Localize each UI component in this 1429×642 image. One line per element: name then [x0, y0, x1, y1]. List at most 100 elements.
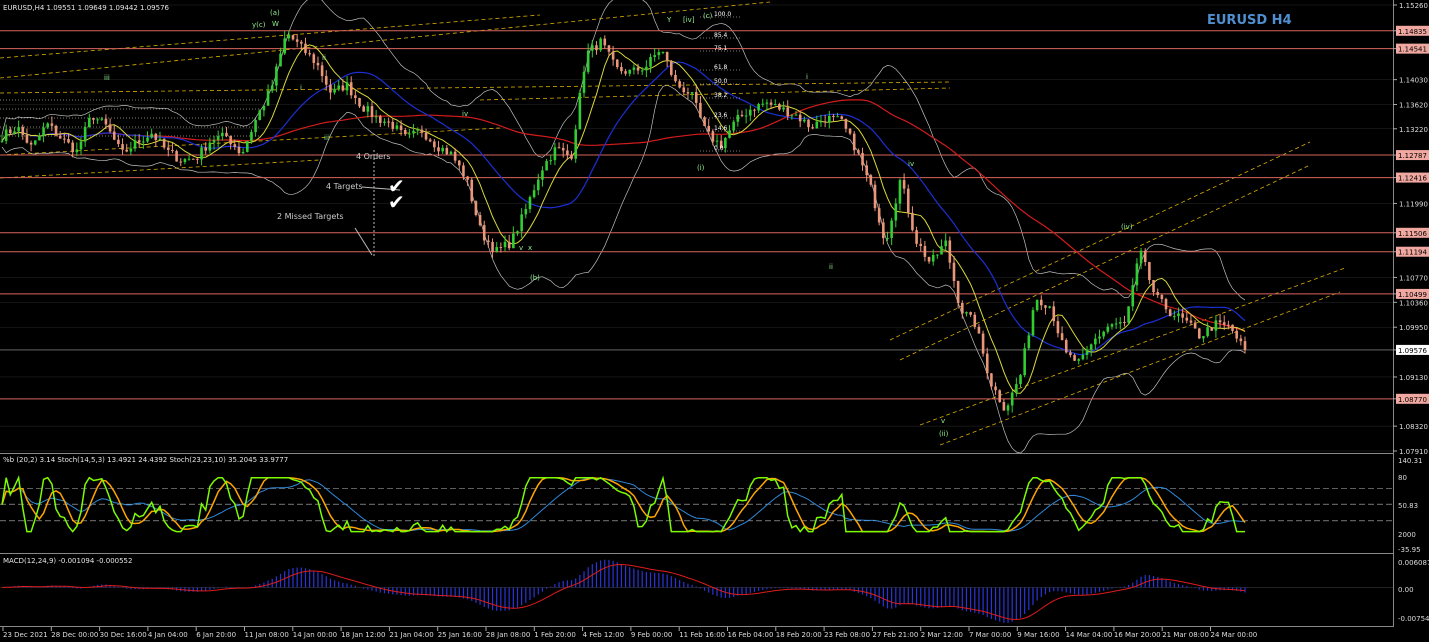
candle-body — [861, 152, 864, 166]
candle-body — [291, 35, 295, 40]
candle-body — [753, 109, 756, 111]
candle-body — [499, 247, 503, 249]
candle-body — [636, 67, 640, 71]
candle-body — [142, 141, 145, 143]
stoch-tick-label: 140.31 — [1398, 457, 1423, 465]
candle-body — [1156, 292, 1159, 296]
candle-body — [420, 129, 424, 133]
wave-label: Y — [666, 16, 672, 24]
time-tick-label: 7 Mar 00:00 — [969, 631, 1011, 639]
candle-body — [869, 175, 873, 185]
candle-body — [146, 137, 149, 142]
wave-label: (a) — [270, 9, 280, 17]
candle-body — [254, 119, 257, 133]
checkmark-icon: ✔ — [388, 190, 405, 214]
candle-body — [699, 102, 702, 118]
candle-body — [1168, 309, 1172, 317]
candle-body — [782, 107, 785, 110]
candle-body — [857, 150, 860, 153]
candle-body — [329, 84, 332, 93]
wave-label: (iv) — [1121, 223, 1133, 231]
candle-body — [1023, 348, 1026, 376]
candle-body — [1044, 305, 1047, 308]
candle-body — [1031, 310, 1035, 336]
candle-body — [715, 140, 719, 142]
wave-label: (i) — [697, 164, 705, 172]
candle-body — [241, 151, 245, 154]
candle-body — [852, 133, 856, 151]
candle-body — [383, 121, 386, 123]
candle-body — [803, 119, 806, 122]
candle-body — [38, 135, 41, 141]
candle-body — [1131, 285, 1135, 307]
candle-body — [1073, 355, 1076, 361]
wave-label: iii — [104, 74, 110, 82]
candle-body — [936, 254, 939, 256]
candle-body — [129, 148, 133, 152]
candle-body — [187, 158, 191, 160]
candle-body — [63, 138, 66, 140]
price-level-label: 1.12787 — [1398, 152, 1427, 160]
candle-body — [266, 90, 270, 106]
candle-body — [412, 130, 415, 134]
candle-body — [4, 129, 8, 141]
candle-body — [1173, 316, 1176, 318]
price-tick-label: 1.08320 — [1399, 423, 1428, 431]
candle-body — [324, 76, 328, 85]
candle-body — [603, 38, 607, 46]
candle-body — [46, 123, 50, 128]
wave-label: ii — [322, 54, 326, 62]
candle-body — [931, 254, 935, 262]
candle-body — [844, 118, 848, 129]
time-tick-label: 27 Feb 21:00 — [872, 631, 918, 639]
time-tick-label: 6 Jan 20:00 — [196, 631, 236, 639]
candle-body — [275, 66, 278, 86]
fib-level-label: 61.8 — [714, 64, 728, 71]
candle-body — [42, 127, 45, 136]
candle-body — [17, 127, 20, 132]
fib-level-label: 50.0 — [714, 78, 728, 85]
order-note: 2 Missed Targets — [277, 212, 344, 221]
chart-canvas[interactable]: (a)Wy(c)iiiiiiiiiivv x(b)(c)Y [iv](i)iiiiv… — [0, 0, 1429, 642]
candle-body — [358, 98, 361, 107]
candle-body — [403, 130, 407, 135]
candle-body — [761, 103, 765, 105]
candle-body — [1010, 392, 1014, 406]
time-tick-label: 2 Mar 12:00 — [921, 631, 963, 639]
time-tick-label: 25 Jan 16:00 — [438, 631, 482, 639]
candle-body — [1056, 321, 1060, 334]
candle-body — [104, 118, 108, 125]
candle-body — [520, 214, 523, 232]
candle-body — [674, 74, 677, 82]
candle-body — [1197, 328, 1201, 339]
candle-body — [645, 66, 648, 71]
candle-body — [707, 125, 711, 132]
macd-tick-label: 0.00 — [1398, 586, 1414, 594]
candle-body — [944, 240, 947, 247]
candle-body — [561, 148, 565, 151]
time-tick-label: 11 Feb 16:00 — [679, 631, 725, 639]
candle-body — [166, 147, 170, 150]
wave-label: i — [300, 84, 302, 92]
candle-body — [466, 176, 469, 180]
candle-body — [29, 142, 33, 145]
candle-body — [1106, 326, 1110, 332]
candle-body — [798, 114, 802, 122]
candle-body — [208, 142, 212, 151]
candle-body — [433, 141, 436, 148]
candle-body — [283, 38, 286, 54]
candle-body — [1015, 384, 1018, 393]
candle-body — [524, 209, 528, 215]
candle-body — [374, 116, 378, 118]
candle-body — [977, 326, 981, 334]
candle-body — [998, 390, 1002, 403]
candle-body — [9, 129, 12, 134]
candle-body — [58, 135, 62, 139]
candle-body — [221, 132, 224, 137]
candle-body — [345, 82, 349, 91]
candle-body — [453, 151, 457, 161]
candle-body — [694, 92, 698, 103]
candle-body — [137, 140, 141, 143]
time-tick-label: 4 Jan 04:00 — [148, 631, 188, 639]
candle-body — [270, 85, 274, 91]
